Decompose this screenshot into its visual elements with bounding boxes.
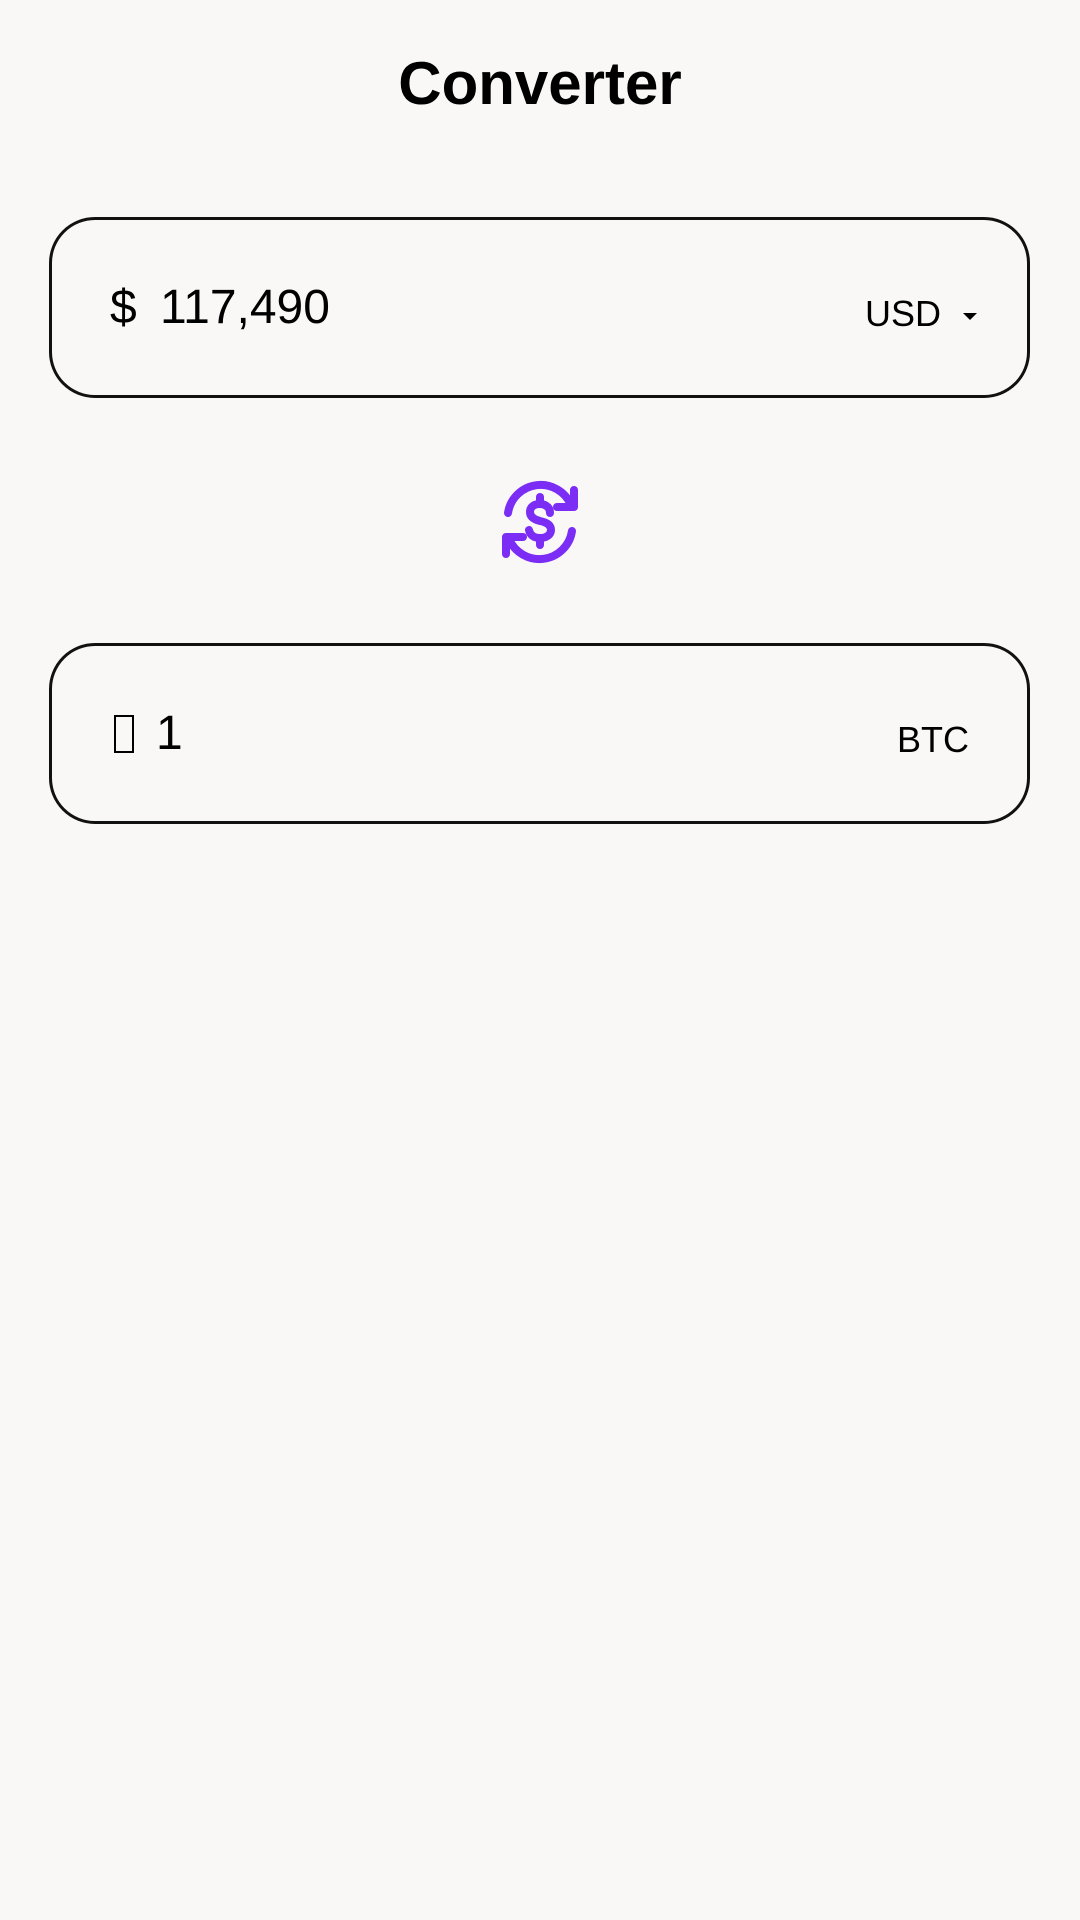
to-amount-value[interactable]: 1 bbox=[156, 704, 183, 764]
from-currency-select[interactable]: USD bbox=[865, 292, 941, 336]
btc-symbol-missing-glyph bbox=[114, 714, 134, 753]
dropdown-arrow-icon[interactable] bbox=[963, 313, 977, 320]
to-currency-label: BTC bbox=[897, 719, 969, 760]
usd-symbol: $ bbox=[110, 280, 137, 334]
from-amount-input[interactable]: 117,490 bbox=[160, 278, 330, 338]
to-amount-field[interactable]: 1 BTC bbox=[49, 643, 1030, 824]
swap-currency-button[interactable] bbox=[492, 474, 588, 570]
currency-exchange-icon bbox=[502, 480, 578, 564]
page-title: Converter bbox=[398, 50, 682, 117]
from-amount-field[interactable]: $ 117,490 USD bbox=[49, 217, 1030, 398]
